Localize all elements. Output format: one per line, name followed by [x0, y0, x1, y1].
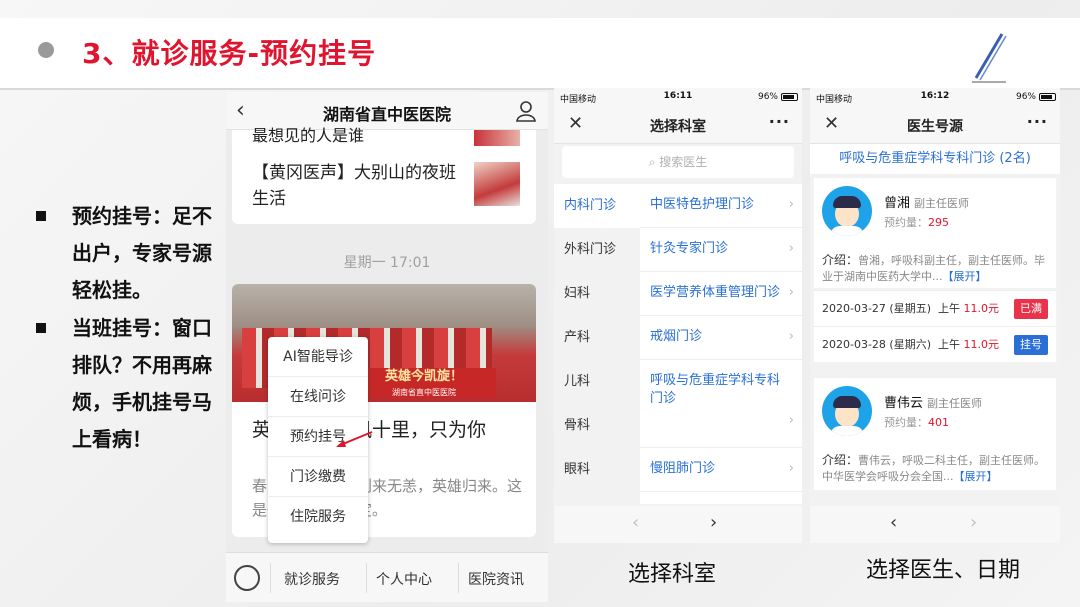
- chevron-right-icon: ›: [788, 461, 794, 476]
- news-thumbnail: [474, 130, 520, 146]
- battery-percent: 96%: [757, 92, 778, 102]
- news-card[interactable]: 最想见的人是谁 【黄冈医声】大别山的夜班生活: [232, 126, 536, 224]
- caption-select-doctor: 选择医生、日期: [866, 558, 1021, 583]
- category-item[interactable]: 产科: [554, 316, 640, 360]
- category-item[interactable]: 骨科: [554, 404, 640, 448]
- menu-item-payment[interactable]: 门诊缴费: [268, 457, 368, 497]
- user-profile-icon[interactable]: [516, 100, 536, 122]
- category-item[interactable]: 眼科: [554, 448, 640, 492]
- status-bar: 中国移动 16:12 96%: [810, 88, 1060, 106]
- keyboard-icon[interactable]: [234, 565, 260, 591]
- nav-bar: ✕ 医生号源 ···: [810, 106, 1060, 144]
- category-item[interactable]: 外科门诊: [554, 228, 640, 272]
- menu-item-ai-triage[interactable]: AI智能导诊: [268, 337, 368, 377]
- slide-title: 3、就诊服务-预约挂号: [82, 37, 377, 70]
- forward-arrow-icon[interactable]: ›: [970, 512, 977, 533]
- chevron-right-icon: ›: [788, 329, 794, 344]
- expand-link[interactable]: 【展开】: [954, 470, 998, 483]
- schedule-list: 2020-03-27 (星期五) 上午 11.0元 已满 2020-03-28 …: [814, 290, 1056, 362]
- bullet-list: 预约挂号：足不出户，专家号源轻松挂。 当班挂号：窗口排队？不用再麻烦，手机挂号马…: [30, 198, 220, 459]
- doctor-avatar: [822, 386, 872, 436]
- bullet-item: 当班挂号：窗口排队？不用再麻烦，手机挂号马上看病！: [30, 310, 220, 458]
- chevron-right-icon: ›: [788, 413, 794, 428]
- news-item[interactable]: 最想见的人是谁: [252, 122, 472, 146]
- full-badge: 已满: [1014, 299, 1048, 319]
- appointment-count: 预约量：295: [884, 216, 949, 229]
- news-thumbnail: [474, 162, 520, 206]
- pointer-arrow-icon: [336, 431, 373, 447]
- clinic-item[interactable]: 呼吸与危重症学科专科门诊 ›: [640, 360, 802, 448]
- battery-icon: [781, 93, 798, 101]
- battery-icon: [1039, 93, 1056, 101]
- search-icon: ⌕: [648, 155, 660, 169]
- doctor-card[interactable]: 曹伟云 副主任医师 预约量：401 介绍：曹伟云，呼吸二科主任，副主任医师。中华医…: [814, 378, 1056, 490]
- square-bullet-icon: [36, 323, 46, 333]
- page-title: 选择科室: [650, 119, 706, 135]
- status-bar: 中国移动 16:11 96%: [554, 88, 802, 106]
- browser-nav-bar: ‹ ›: [810, 506, 1060, 543]
- tab-medical-service[interactable]: 就诊服务: [284, 569, 340, 589]
- appointment-count: 预约量：401: [884, 416, 949, 429]
- menu-item-online-consult[interactable]: 在线问诊: [268, 377, 368, 417]
- doctor-intro: 介绍：曾湘，呼吸科副主任，副主任医师。毕业于湖南中医药大学中...【展开】: [822, 253, 1046, 283]
- chevron-right-icon: ›: [788, 285, 794, 300]
- doctor-card[interactable]: 曾湘 副主任医师 预约量：295 介绍：曾湘，呼吸科副主任，副主任医师。毕业于湖南…: [814, 178, 1056, 288]
- clinic-item[interactable]: 中医特色护理门诊 ›: [640, 184, 802, 228]
- tab-hospital-news[interactable]: 医院资讯: [468, 569, 524, 589]
- back-arrow-icon[interactable]: ‹: [632, 512, 639, 533]
- bottom-menu-bar: 就诊服务 个人中心 医院资讯: [226, 552, 548, 602]
- schedule-row: 2020-03-28 (星期六) 上午 11.0元 挂号: [814, 326, 1056, 362]
- chevron-right-icon: ›: [788, 241, 794, 256]
- register-button[interactable]: 挂号: [1014, 335, 1048, 355]
- more-icon[interactable]: ···: [1027, 112, 1048, 131]
- forward-arrow-icon[interactable]: ›: [710, 512, 717, 533]
- clinic-item[interactable]: 医学营养体重管理门诊 ›: [640, 272, 802, 316]
- caption-select-department: 选择科室: [628, 562, 717, 587]
- bullet-item: 预约挂号：足不出户，专家号源轻松挂。: [30, 198, 220, 309]
- clinic-item[interactable]: 慢阻肺门诊 ›: [640, 448, 802, 492]
- bullet-dot-icon: [38, 42, 54, 58]
- department-category-list: 内科门诊 外科门诊 妇科 产科 儿科 骨科 眼科: [554, 184, 640, 504]
- browser-nav-bar: ‹ ›: [554, 506, 802, 543]
- tab-personal-center[interactable]: 个人中心: [376, 569, 432, 589]
- photo-banner: 英雄今凯旋！ 湖南省直中医医院: [352, 368, 496, 398]
- tab-divider: [458, 563, 459, 593]
- clinic-item[interactable]: 针灸专家门诊 ›: [640, 228, 802, 272]
- department-header: 呼吸与危重症学科专科门诊 (2名): [810, 144, 1060, 174]
- nav-bar: ✕ 选择科室 ···: [554, 106, 802, 144]
- category-item[interactable]: 儿科: [554, 360, 640, 404]
- square-bullet-icon: [36, 211, 46, 221]
- category-item[interactable]: 内科门诊: [554, 184, 640, 228]
- doctor-intro: 介绍：曹伟云，呼吸二科主任，副主任医师。中华医学会呼吸分会全国...【展开】: [822, 453, 1046, 483]
- pen-icon: [972, 33, 1007, 83]
- phone-doctor-schedule: 中国移动 16:12 96% ✕ 医生号源 ··· 呼吸与危重症学科专科门诊 (…: [810, 88, 1060, 543]
- tab-divider: [366, 563, 367, 593]
- more-icon[interactable]: ···: [769, 112, 790, 131]
- expand-link[interactable]: 【展开】: [943, 270, 987, 283]
- clinic-item[interactable]: 戒烟门诊 ›: [640, 316, 802, 360]
- schedule-row: 2020-03-27 (星期五) 上午 11.0元 已满: [814, 290, 1056, 326]
- chevron-right-icon: ›: [788, 197, 794, 212]
- menu-item-inpatient[interactable]: 住院服务: [268, 497, 368, 537]
- search-input[interactable]: ⌕ 搜索医生: [562, 146, 794, 178]
- page-title: 医生号源: [907, 119, 963, 135]
- tab-divider: [270, 563, 271, 593]
- doctor-name: 曹伟云 副主任医师: [884, 396, 983, 411]
- clinic-list: 中医特色护理门诊 › 针灸专家门诊 › 医学营养体重管理门诊 › 戒烟门诊 › 呼吸与危…: [640, 184, 802, 504]
- doctor-name: 曾湘 副主任医师: [884, 196, 970, 211]
- category-item[interactable]: 妇科: [554, 272, 640, 316]
- message-timestamp: 星期一 17:01: [343, 255, 431, 271]
- phone-hospital-chat: ‹ 湖南省直中医医院 最想见的人是谁 【黄冈医声】大别山的夜班生活 星期一 17…: [226, 92, 548, 602]
- news-item[interactable]: 【黄冈医声】大别山的夜班生活: [252, 160, 472, 212]
- battery-percent: 96%: [1015, 92, 1036, 102]
- back-arrow-icon[interactable]: ‹: [890, 512, 897, 533]
- phone-select-department: 中国移动 16:11 96% ✕ 选择科室 ··· ⌕ 搜索医生 内科门诊 外科…: [554, 88, 802, 543]
- doctor-avatar: [822, 186, 872, 236]
